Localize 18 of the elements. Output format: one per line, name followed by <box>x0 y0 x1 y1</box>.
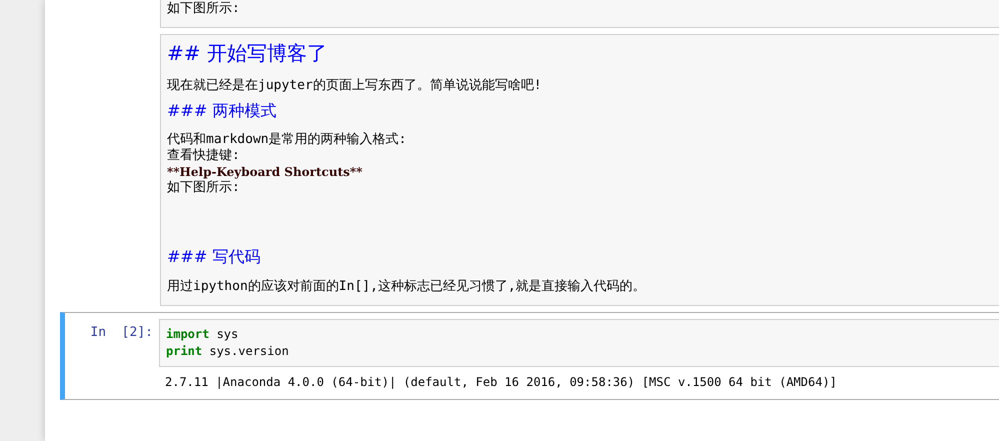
markdown-heading: ## 开始写博客了 <box>167 40 328 67</box>
markdown-cell[interactable]: 如下图所示: <box>160 0 999 28</box>
code-line: print sys.version <box>166 343 290 360</box>
markdown-text: 现在就已经是在jupyter的页面上写东西了。简单说说能写啥吧! <box>167 77 543 94</box>
markdown-text: 用过ipython的应该对前面的In[],这种标志已经见习惯了,就是直接输入代码的。 <box>167 278 647 295</box>
markdown-text: 如下图所示: <box>167 0 241 17</box>
code-cell[interactable]: In [2]: import sys print sys.version 2.7.11 |Anaconda 4.0.0 (64-bit)| (default, Feb 16 2016, 09:58:36) [MSC v.1500 64 bit (AMD64)] <box>60 312 999 400</box>
code-input[interactable]: import sys print sys.version <box>159 319 999 367</box>
markdown-subheading: ### 写代码 <box>167 246 262 268</box>
markdown-subheading: ### 两种模式 <box>167 100 278 122</box>
markdown-bold-text: **Help-Keyboard Shortcuts** <box>167 164 364 180</box>
markdown-text: 代码和markdown是常用的两种输入格式: <box>167 132 408 148</box>
markdown-text: 查看快捷键: <box>167 148 241 164</box>
input-prompt: In [2]: <box>89 324 154 340</box>
markdown-cell[interactable]: ## 开始写博客了 现在就已经是在jupyter的页面上写东西了。简单说说能写啥吧! ### 两种模式 代码和markdown是常用的两种输入格式: 查看快捷键: **Help-Keyboard Shortcuts** 如下图所示: ### 写代码 用过ipython的应该对前面的In[],这种标志已经见习惯了,就是直接输入代码的。 <box>160 34 999 306</box>
markdown-text: 如下图所示: <box>167 180 241 196</box>
cell-output: 2.7.11 |Anaconda 4.0.0 (64-bit)| (default, Feb 16 2016, 09:58:36) [MSC v.1500 64 bit (AMD64)] <box>165 374 838 391</box>
code-line: import sys <box>166 326 240 343</box>
